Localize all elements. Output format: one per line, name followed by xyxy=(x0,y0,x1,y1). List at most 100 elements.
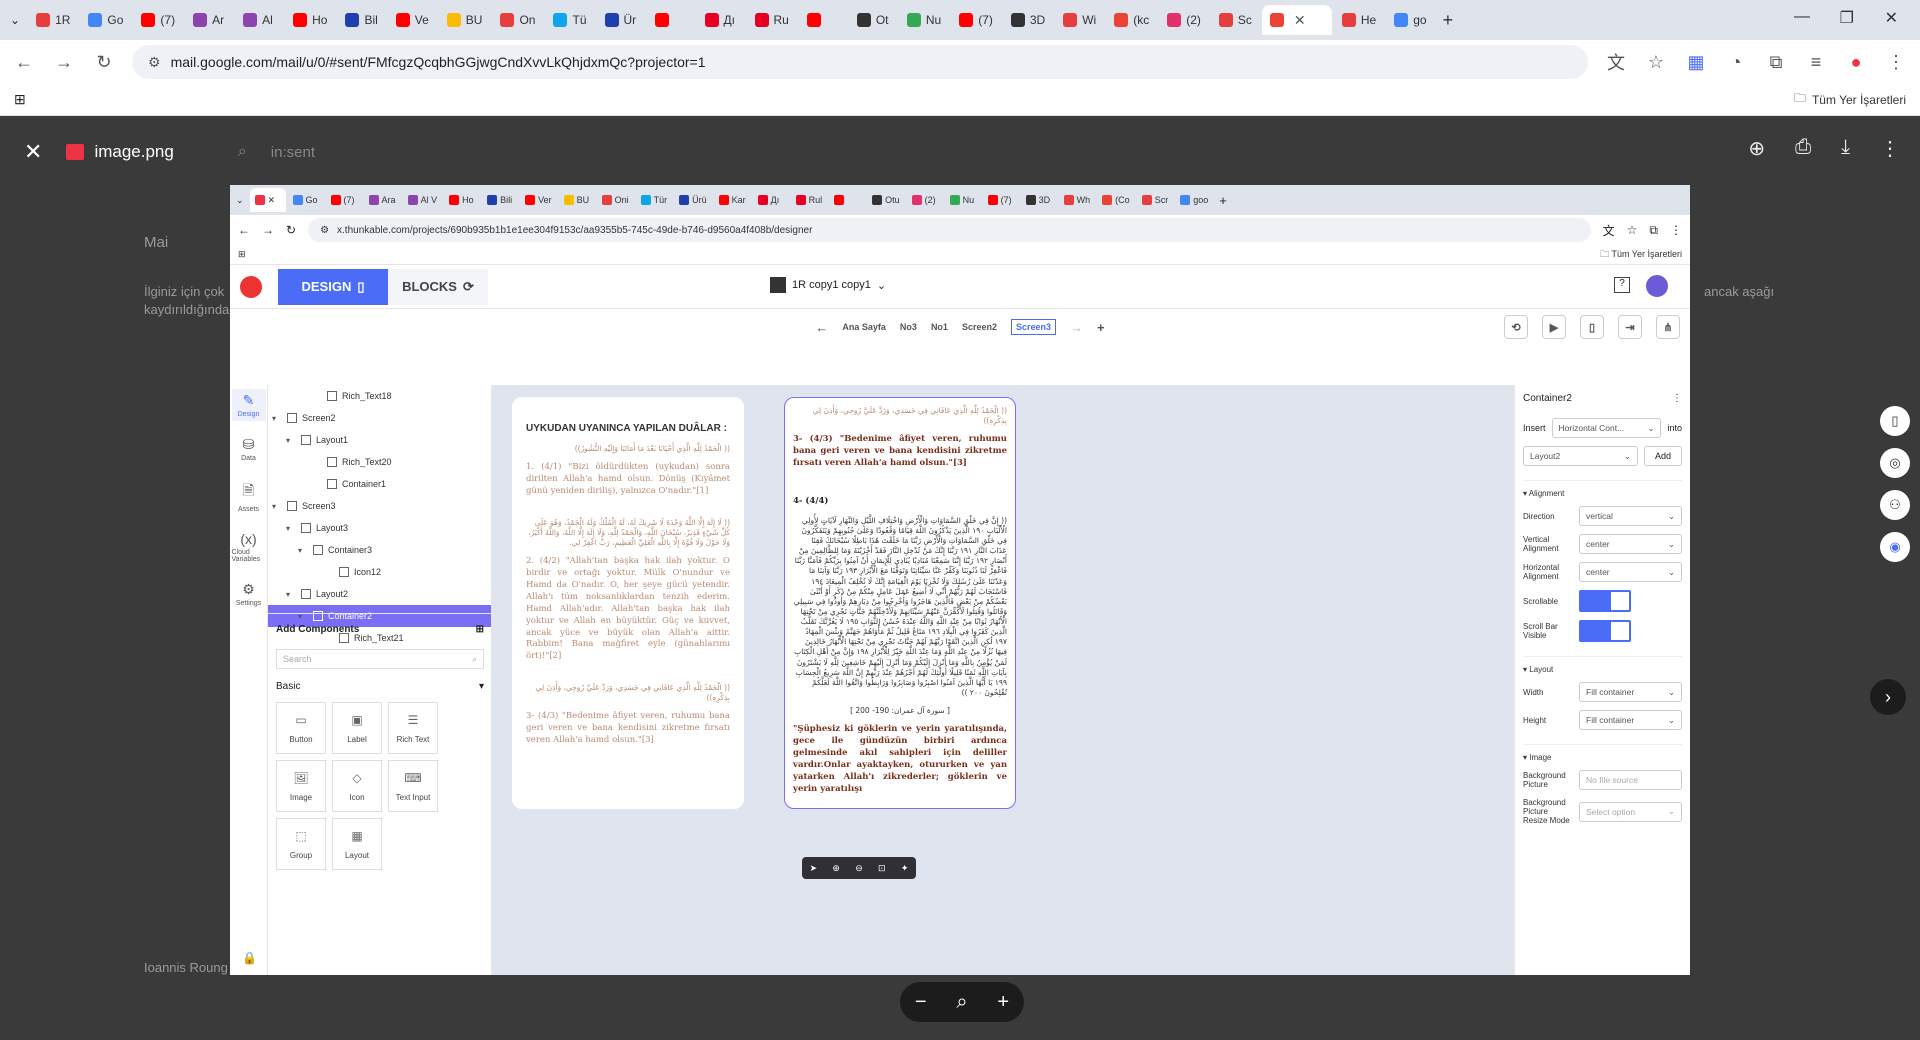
extension-icon[interactable]: ▦ xyxy=(1684,52,1708,73)
browser-tab[interactable]: (kc xyxy=(1106,5,1157,35)
reload-icon[interactable]: ↻ xyxy=(92,52,116,73)
inner-tab-chevron-icon: ⌄ xyxy=(236,194,244,205)
browser-tab[interactable]: Ar xyxy=(185,5,233,35)
inner-tab-favicon-icon xyxy=(1025,195,1036,205)
site-info-icon[interactable]: ⚙ xyxy=(148,54,161,71)
screen-back-arrow-icon: ← xyxy=(815,319,829,335)
horizontal-alignment-select: center ⌄ xyxy=(1579,562,1682,582)
apps-grid-icon[interactable]: ⊞ xyxy=(14,91,26,108)
inner-browser-tab: Otu xyxy=(867,188,905,212)
browser-tab[interactable]: go xyxy=(1386,5,1434,35)
all-bookmarks[interactable]: 🗀 Tüm Yer İşaretleri xyxy=(1794,89,1906,110)
browser-tab[interactable]: Дı xyxy=(697,5,745,35)
add-to-drive-icon[interactable]: ⊕ xyxy=(1748,136,1765,161)
profile-avatar-icon[interactable]: ● xyxy=(1844,52,1868,73)
browser-tab[interactable] xyxy=(799,5,847,35)
inner-browser-tab: BU xyxy=(559,188,595,212)
close-tab-icon[interactable]: ✕ xyxy=(1294,12,1306,29)
browser-tab[interactable]: Ot xyxy=(849,5,897,35)
media-icon[interactable]: ≡ xyxy=(1804,52,1828,73)
inner-tab-favicon-icon xyxy=(679,195,690,205)
print-icon[interactable]: ⎙ xyxy=(1795,136,1811,161)
inner-browser-tab: Ho xyxy=(444,188,480,212)
browser-tab[interactable]: Ho xyxy=(285,5,335,35)
dua-paragraph: "Şüphesiz ki göklerin ve yerin yaratılış… xyxy=(793,724,1007,794)
side-tasks-icon[interactable]: ◎ xyxy=(1880,448,1910,478)
restore-icon[interactable]: ❐ xyxy=(1840,8,1854,28)
tree-node-icon xyxy=(287,413,297,423)
address-bar[interactable]: ⚙ mail.google.com/mail/u/0/#sent/FMfcgzQ… xyxy=(132,45,1588,79)
inner-apps-icon: ⊞ xyxy=(238,249,246,259)
minimize-icon[interactable]: — xyxy=(1794,8,1810,26)
inner-browser-tab: Rul xyxy=(791,188,828,212)
tab-favicon-icon xyxy=(754,13,769,27)
new-tab-icon[interactable]: + xyxy=(1443,10,1454,31)
side-addon-icon[interactable]: ◉ xyxy=(1880,532,1910,562)
browser-tab[interactable]: Al xyxy=(235,5,283,35)
browser-tab[interactable]: Bil xyxy=(337,5,385,35)
browser-tab[interactable]: Nu xyxy=(899,5,949,35)
tab-label: go xyxy=(1413,13,1427,27)
tree-caret-icon: ▾ xyxy=(272,501,277,511)
tab-label: Ho xyxy=(312,13,328,27)
browser-tab[interactable]: On xyxy=(492,5,543,35)
inner-tab-label: Ho xyxy=(462,195,474,205)
browser-tab[interactable]: 1R xyxy=(28,5,78,35)
browser-tab[interactable]: Ru xyxy=(747,5,797,35)
inner-browser-tab: Oni xyxy=(597,188,634,212)
browser-tab[interactable]: (7) xyxy=(133,5,183,35)
browser-tab[interactable]: ✕ xyxy=(1261,5,1332,35)
browser-tab[interactable]: Ür xyxy=(597,5,645,35)
bookmark-star-icon[interactable]: ☆ xyxy=(1644,52,1668,73)
rail-icon: ⚙ xyxy=(242,581,255,597)
browser-tab[interactable]: BU xyxy=(439,5,491,35)
browser-tab[interactable]: 3D xyxy=(1003,5,1053,35)
tab-label: 1R xyxy=(55,13,71,27)
forward-icon[interactable]: → xyxy=(52,52,76,73)
side-contacts-icon[interactable]: ⚇ xyxy=(1880,490,1910,520)
next-image-icon[interactable]: › xyxy=(1870,679,1906,715)
puzzle-icon[interactable]: ⧉ xyxy=(1764,52,1788,73)
close-viewer-icon[interactable]: ✕ xyxy=(24,139,42,165)
phone-preview-screen2: UYKUDAN UYANINCA YAPILAN DUÂLAR : (( الْ… xyxy=(512,397,744,809)
add-button: Add xyxy=(1643,446,1682,466)
ghost-line: ancak aşağı xyxy=(1704,284,1775,299)
back-icon[interactable]: ← xyxy=(12,52,36,73)
inner-tab-favicon-icon xyxy=(601,195,612,205)
side-keep-icon[interactable]: ▯ xyxy=(1880,406,1910,436)
tab-favicon-icon xyxy=(1394,13,1409,27)
tab-favicon-icon xyxy=(345,13,360,27)
browser-tab[interactable]: Wi xyxy=(1055,5,1104,35)
zoom-in-button[interactable]: + xyxy=(997,991,1009,1014)
browser-tab[interactable]: Ve xyxy=(388,5,437,35)
download-icon[interactable]: ⤓ xyxy=(1841,136,1850,161)
zoom-out-button[interactable]: − xyxy=(915,991,927,1014)
component-label: Layout xyxy=(344,850,370,860)
chat-icon[interactable]: ◔ xyxy=(1724,52,1748,73)
more-options-icon[interactable]: ⋮ xyxy=(1880,136,1900,161)
rail-icon: ✎ xyxy=(242,392,255,408)
tab-label: Al xyxy=(262,13,273,27)
browser-tab[interactable] xyxy=(647,5,695,35)
blocks-tab-button: BLOCKS ⟳ xyxy=(388,268,488,305)
browser-tab[interactable]: Go xyxy=(80,5,131,35)
zoom-reset-icon[interactable]: ⌕ xyxy=(956,991,967,1014)
component-grid: ▭ Button ▣ Label ☰ Rich Text 🖼 Image ◇ Icon ⌨ Text … xyxy=(276,702,484,870)
browser-tab[interactable]: Tü xyxy=(545,5,594,35)
browser-tab[interactable]: (7) xyxy=(951,5,1001,35)
browser-tab[interactable]: (2) xyxy=(1159,5,1209,35)
insert-label: Insert xyxy=(1523,423,1546,433)
translate-icon[interactable]: 文 xyxy=(1604,49,1628,75)
tab-list-chevron-icon[interactable]: ⌄ xyxy=(10,13,20,27)
tab-label: Nu xyxy=(925,13,942,27)
tab-favicon-icon xyxy=(395,13,410,27)
tab-label: Wi xyxy=(1082,13,1097,27)
browser-tab[interactable]: Sc xyxy=(1211,5,1260,35)
menu-dots-icon[interactable]: ⋮ xyxy=(1884,52,1908,73)
close-window-icon[interactable]: ✕ xyxy=(1885,8,1898,28)
tab-label: Ve xyxy=(414,13,429,27)
rail-item-settings: ⚙ Settings xyxy=(232,578,266,610)
inner-tab-label: Wh xyxy=(1076,195,1091,205)
tab-label: (2) xyxy=(1186,13,1201,27)
browser-tab[interactable]: He xyxy=(1334,5,1384,35)
